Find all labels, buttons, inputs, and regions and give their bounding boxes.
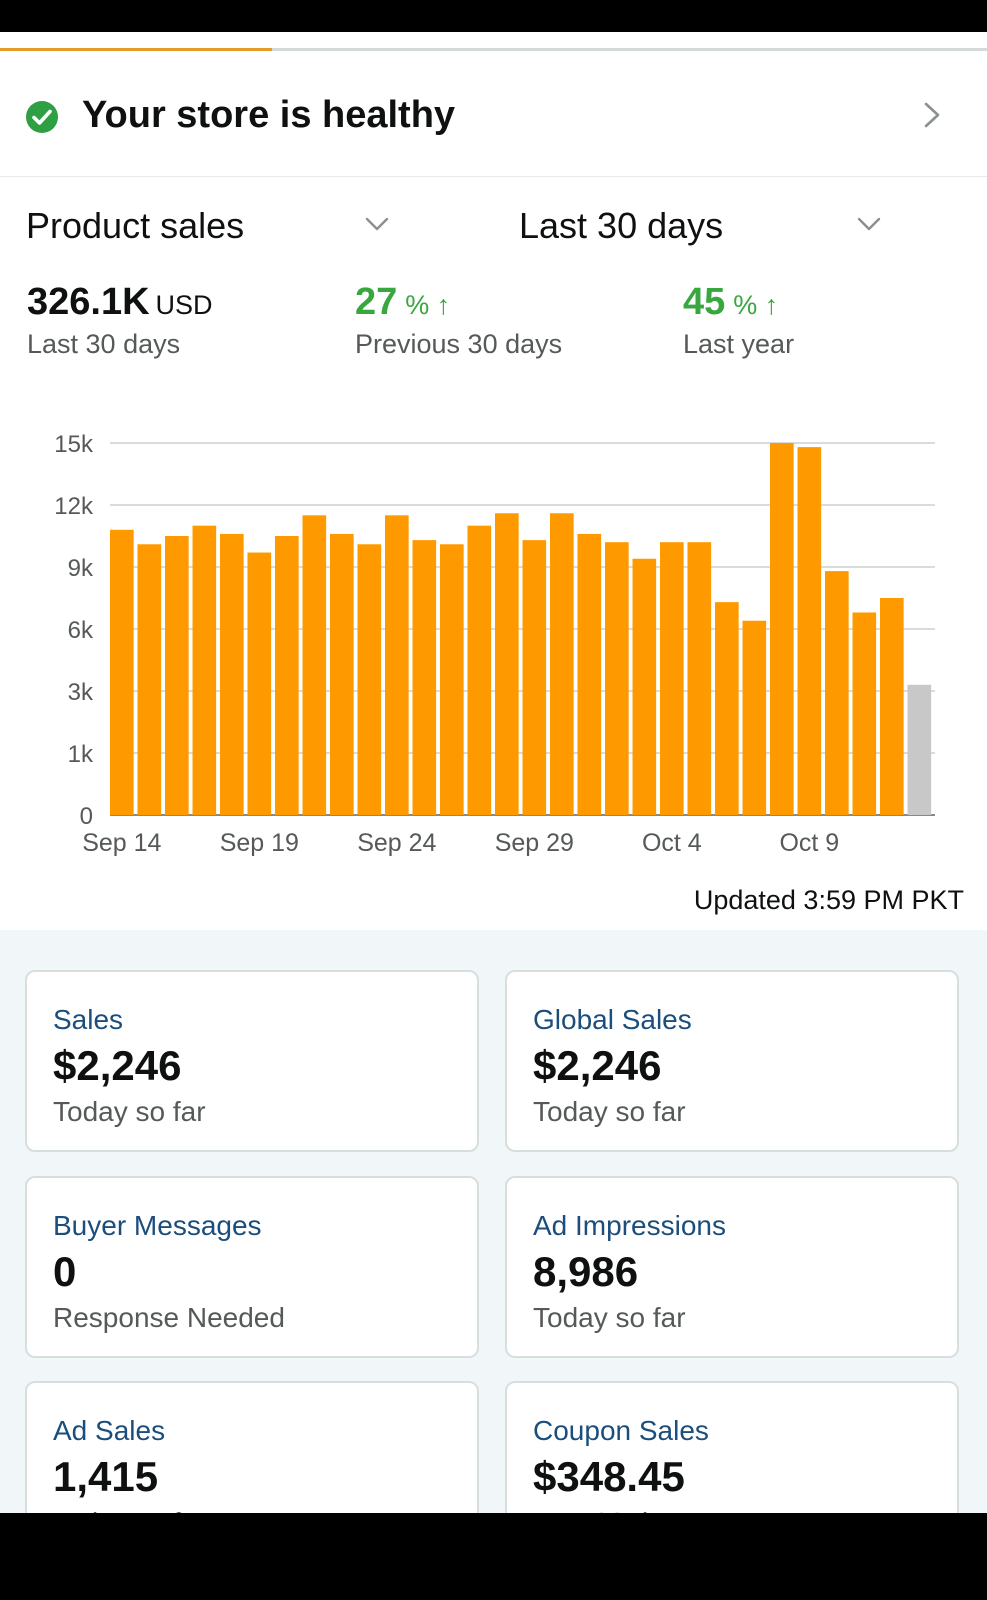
tile-value: 8,986	[533, 1248, 639, 1295]
chart-bar[interactable]	[110, 529, 134, 815]
status-bar	[0, 0, 987, 32]
chart-bar[interactable]	[550, 513, 574, 815]
tile-subtitle: Response Needed	[53, 1302, 285, 1333]
chart-bar[interactable]	[605, 542, 629, 815]
tile-sales[interactable]: Sales $2,246 Today so far	[25, 970, 479, 1152]
tile-value: $2,246	[53, 1042, 182, 1089]
navigation-bar	[0, 1513, 987, 1600]
chart-bar[interactable]	[852, 612, 877, 815]
x-tick-label: Sep 29	[495, 829, 574, 857]
x-tick-label: Sep 19	[220, 829, 299, 857]
metric-dropdown[interactable]: Product sales	[26, 205, 244, 247]
tile-subtitle: Today so far	[533, 1302, 686, 1333]
stat-value: 326.1K USD	[27, 281, 213, 323]
chart-bar[interactable]	[797, 447, 822, 815]
trend-up-icon: % ↑	[405, 290, 451, 320]
chart-bar[interactable]	[330, 533, 354, 815]
tile-global-sales[interactable]: Global Sales $2,246 Today so far	[505, 970, 959, 1152]
stat-vs-previous: 27% ↑ Previous 30 days	[355, 280, 562, 360]
loading-progress-fill	[0, 48, 272, 51]
chart-bar[interactable]	[687, 542, 712, 815]
chart-bar[interactable]	[357, 544, 382, 815]
stat-label: Last 30 days	[27, 329, 181, 359]
tile-value: 0	[53, 1248, 77, 1295]
x-tick-label: Sep 24	[357, 829, 436, 857]
chevron-down-icon[interactable]	[364, 214, 390, 234]
chart-bar[interactable]	[632, 558, 657, 815]
y-tick-label: 3k	[68, 679, 94, 706]
tile-title: Ad Sales	[53, 1415, 166, 1446]
chart-bar[interactable]	[192, 525, 217, 815]
chart-bar[interactable]	[302, 515, 327, 815]
y-tick-label: 12k	[54, 493, 94, 520]
chart-bar[interactable]	[412, 540, 437, 815]
tile-buyer-messages[interactable]: Buyer Messages 0 Response Needed	[25, 1176, 479, 1358]
chart-bar[interactable]	[522, 540, 547, 815]
tile-title: Sales	[53, 1004, 124, 1035]
tile-title: Buyer Messages	[53, 1210, 262, 1241]
tile-value: $2,246	[533, 1042, 662, 1089]
chart-bar[interactable]	[275, 536, 299, 815]
chart-bar[interactable]	[165, 536, 189, 815]
tile-title: Global Sales	[533, 1004, 692, 1035]
chart-bar[interactable]	[495, 513, 519, 815]
tile-subtitle: Today so far	[53, 1096, 206, 1127]
x-tick-label: Oct 4	[642, 829, 702, 857]
chart-bar[interactable]	[577, 533, 602, 815]
chart-bar[interactable]	[715, 602, 739, 815]
chart-bar[interactable]	[742, 620, 767, 815]
store-health-banner[interactable]: Your store is healthy	[0, 72, 987, 177]
sales-bar-chart: 15k 12k 9k 6k 3k 1k 0 Sep 14 Sep 19 Sep 24 Sep 29…	[54, 431, 935, 857]
tile-value: $348.45	[533, 1453, 685, 1500]
tile-title: Coupon Sales	[533, 1415, 709, 1446]
period-dropdown[interactable]: Last 30 days	[519, 205, 723, 247]
stat-label: Previous 30 days	[355, 329, 563, 359]
chart-bar[interactable]	[385, 515, 409, 815]
tile-ad-impressions[interactable]: Ad Impressions 8,986 Today so far	[505, 1176, 959, 1358]
chart-bar[interactable]	[137, 544, 162, 815]
x-tick-label: Sep 14	[82, 829, 161, 857]
stat-label: Last year	[683, 329, 795, 359]
chart-bar[interactable]	[220, 533, 244, 815]
y-tick-label: 1k	[68, 741, 94, 768]
tile-subtitle: Today so far	[533, 1096, 686, 1127]
y-tick-label: 6k	[68, 617, 94, 644]
y-tick-label: 15k	[54, 431, 94, 458]
stat-value: 45% ↑	[683, 281, 779, 323]
y-tick-label: 0	[80, 803, 93, 830]
chevron-down-icon[interactable]	[856, 214, 882, 234]
chart-bar[interactable]	[907, 684, 932, 815]
chart-bar[interactable]	[880, 598, 904, 815]
tile-value: 1,415	[53, 1453, 159, 1500]
chart-bar[interactable]	[440, 544, 464, 815]
check-circle-icon	[26, 101, 58, 133]
stat-vs-last-year: 45% ↑ Last year	[683, 280, 794, 360]
y-tick-label: 9k	[68, 555, 94, 582]
x-tick-label: Oct 9	[779, 829, 839, 857]
chart-bar[interactable]	[467, 525, 492, 815]
updated-timestamp: Updated 3:59 PM PKT	[693, 885, 964, 915]
chevron-right-icon[interactable]	[920, 98, 944, 132]
store-health-text: Your store is healthy	[82, 94, 456, 136]
chart-bar[interactable]	[247, 552, 272, 815]
chart-bar[interactable]	[825, 571, 849, 815]
chart-bar[interactable]	[660, 542, 684, 815]
tile-title: Ad Impressions	[533, 1210, 726, 1241]
trend-up-icon: % ↑	[733, 290, 779, 320]
stat-unit: USD	[155, 290, 213, 320]
stat-total-sales: 326.1K USD Last 30 days	[27, 280, 213, 360]
loading-progress-bar	[0, 48, 987, 51]
stat-value: 27% ↑	[355, 281, 451, 323]
chart-bar[interactable]	[770, 443, 794, 815]
